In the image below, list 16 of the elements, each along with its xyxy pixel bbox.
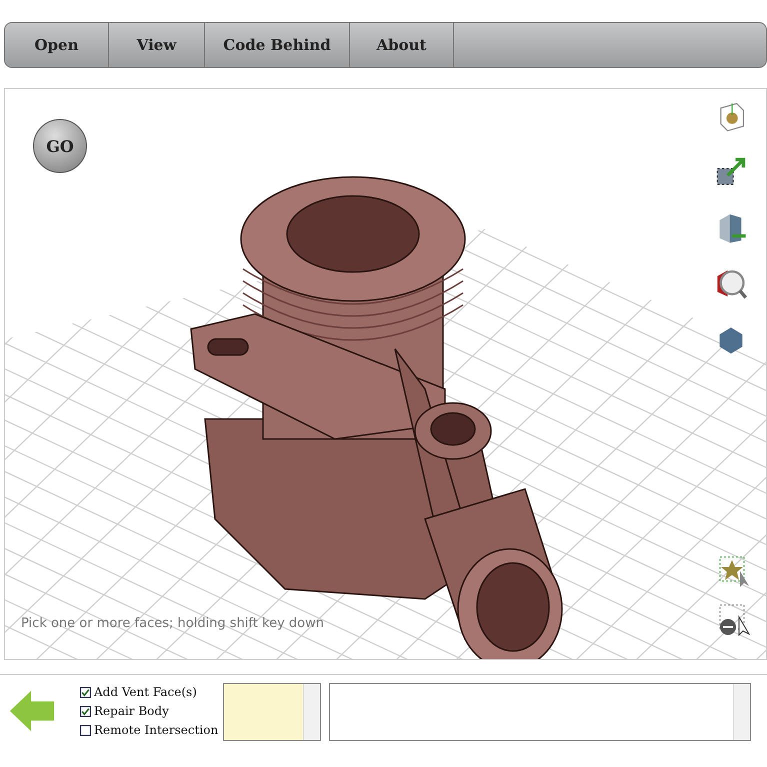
menu-item[interactable]: About <box>350 23 454 67</box>
hint-text: Pick one or more faces; holding shift key down <box>21 616 324 631</box>
checkbox[interactable] <box>80 706 91 717</box>
text-area[interactable] <box>223 683 321 741</box>
menu-item[interactable]: Open <box>5 23 109 67</box>
menu-item[interactable]: Code Behind <box>205 23 350 67</box>
checkbox[interactable] <box>80 687 91 698</box>
deselect-pointer-icon[interactable] <box>718 603 752 637</box>
option-label: Add Vent Face(s) <box>94 684 197 701</box>
option-label: Repair Body <box>94 703 169 720</box>
text-area[interactable] <box>329 683 751 741</box>
checkbox[interactable] <box>80 725 91 736</box>
star-select-icon[interactable] <box>718 555 752 589</box>
go-button[interactable]: GO <box>33 119 87 173</box>
option-label: Remote Intersection <box>94 722 218 739</box>
menu-item[interactable]: View <box>109 23 205 67</box>
